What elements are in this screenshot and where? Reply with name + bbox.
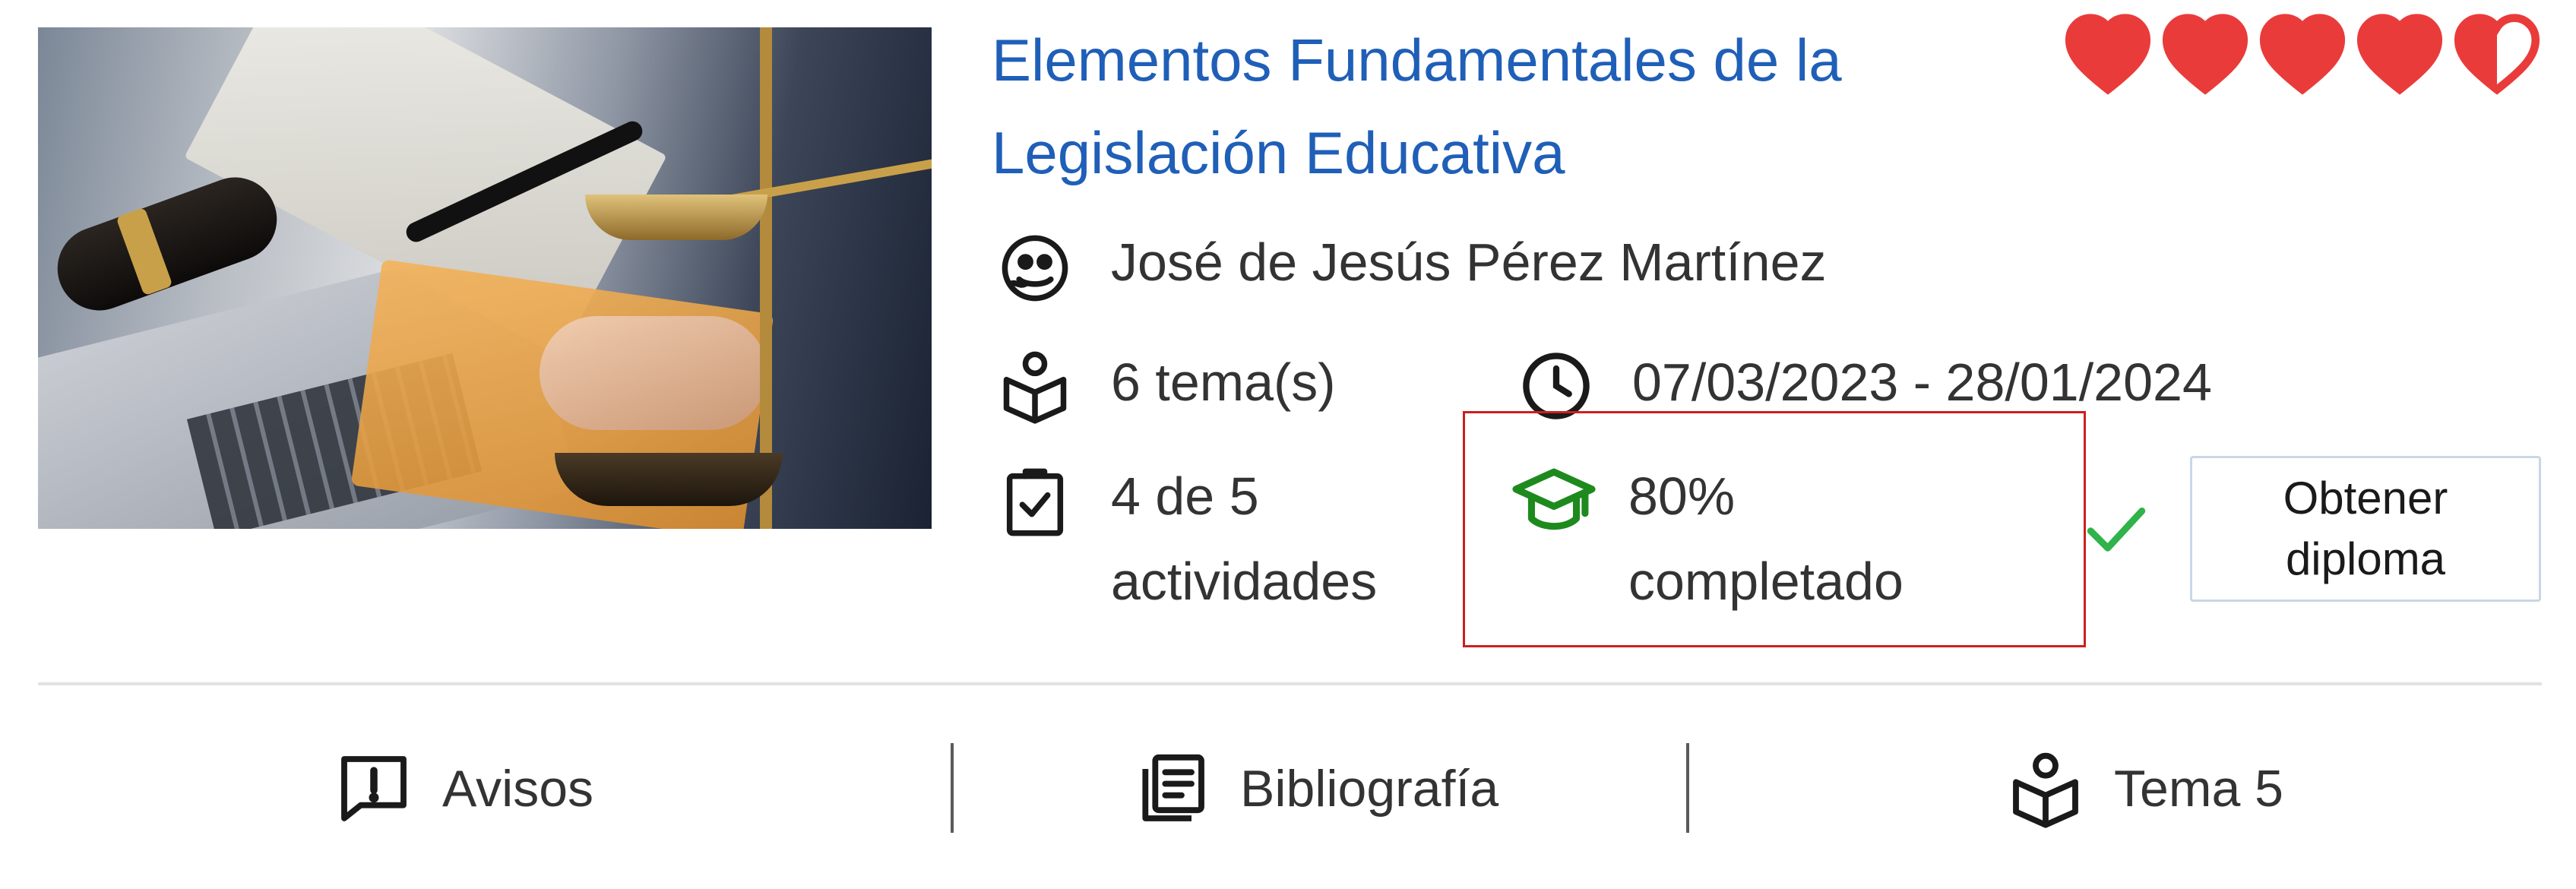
topics-count: 6 tema(s) (1111, 353, 1336, 412)
nav-avisos-label: Avisos (442, 760, 594, 818)
progress-highlight-box (1463, 411, 2086, 647)
gavel-shape (46, 166, 289, 322)
checkmark-icon (2082, 494, 2150, 562)
course-image (38, 27, 932, 529)
get-diploma-button-label: Obtener diploma (2283, 473, 2448, 584)
nav-separator (1686, 743, 1689, 833)
clipboard-check-icon (997, 463, 1073, 539)
library-icon (1132, 749, 1211, 828)
course-title[interactable]: Elementos Fundamentales de la Legislació… (992, 14, 2002, 199)
book-reader-icon (997, 348, 1073, 424)
nav-tema-label: Tema 5 (2114, 760, 2283, 818)
nav-avisos[interactable]: Avisos (334, 736, 593, 842)
course-title-line1: Elementos Fundamentales de la (992, 27, 1842, 93)
heart-full-icon (2065, 14, 2151, 95)
activities-line1: 4 de 5 (1111, 467, 1259, 526)
nav-separator (951, 743, 954, 833)
alert-message-icon (334, 749, 413, 828)
heart-full-icon (2259, 14, 2346, 95)
book-reader-icon (2006, 749, 2085, 828)
heart-full-icon (2162, 14, 2248, 95)
divider (38, 682, 2542, 685)
rating-hearts (2061, 11, 2547, 102)
user-face-icon (997, 230, 1073, 306)
author-name: José de Jesús Pérez Martínez (1111, 233, 1827, 292)
nav-bibliografia[interactable]: Bibliografía (1132, 736, 1498, 842)
heart-half-icon (2454, 14, 2540, 95)
get-diploma-button[interactable]: Obtener diploma (2190, 456, 2541, 602)
activities-line2: actividades (1111, 552, 1378, 611)
course-title-line2: Legislación Educativa (992, 119, 1565, 186)
scale-pan-shape (585, 195, 767, 240)
heart-full-icon (2356, 14, 2443, 95)
scale-pan-shape (555, 453, 783, 506)
hand-shape (540, 316, 767, 430)
nav-bibliografia-label: Bibliografía (1240, 760, 1499, 818)
nav-tema[interactable]: Tema 5 (2006, 736, 2283, 842)
